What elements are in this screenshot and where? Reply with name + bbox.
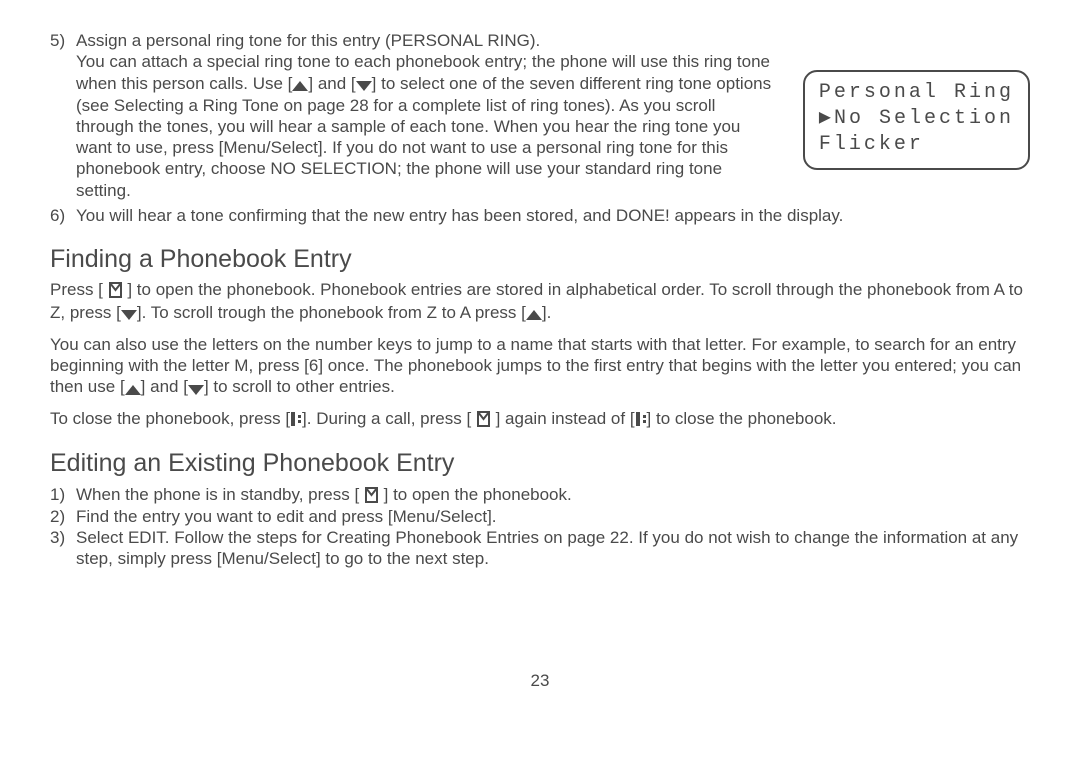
lcd-cursor-icon: ▶ bbox=[819, 107, 834, 130]
down-arrow-icon bbox=[356, 73, 372, 94]
finding-p2b: ] and [ bbox=[141, 377, 188, 396]
lcd-line2: ▶No Selection bbox=[819, 106, 1014, 132]
page-number: 23 bbox=[50, 670, 1030, 691]
step6: 6) You will hear a tone confirming that … bbox=[50, 205, 1030, 226]
step6-text: You will hear a tone confirming that the… bbox=[76, 205, 1030, 226]
step5-title: Assign a personal ring tone for this ent… bbox=[76, 30, 773, 51]
up-arrow-icon bbox=[526, 302, 542, 323]
editing-s2-text: Find the entry you want to edit and pres… bbox=[76, 506, 1030, 527]
finding-p2c: ] to scroll to other entries. bbox=[204, 377, 395, 396]
editing-heading: Editing an Existing Phonebook Entry bbox=[50, 448, 1030, 479]
lcd-line1: Personal Ring bbox=[819, 80, 1014, 106]
up-arrow-icon bbox=[125, 377, 141, 398]
phonebook-icon bbox=[364, 485, 379, 506]
step5-row: 5) Assign a personal ring tone for this … bbox=[50, 30, 1030, 201]
finding-p2: You can also use the letters on the numb… bbox=[50, 334, 1030, 399]
finding-p1a: Press [ bbox=[50, 280, 108, 299]
editing-s3-text: Select EDIT. Follow the steps for Creati… bbox=[76, 527, 1030, 570]
step6-number: 6) bbox=[50, 205, 76, 226]
up-arrow-icon bbox=[292, 73, 308, 94]
step5: 5) Assign a personal ring tone for this … bbox=[50, 30, 773, 201]
finding-p1c: ]. To scroll trough the phonebook from Z… bbox=[137, 303, 526, 322]
finding-p3d: ] to close the phonebook. bbox=[647, 409, 837, 428]
finding-p1d: ]. bbox=[542, 303, 551, 322]
phonebook-icon bbox=[476, 409, 491, 430]
phonebook-icon bbox=[108, 280, 123, 301]
lcd-display: Personal Ring ▶No Selection Flicker bbox=[803, 70, 1030, 170]
editing-step2: 2) Find the entry you want to edit and p… bbox=[50, 506, 1030, 527]
lcd-line3: Flicker bbox=[819, 132, 1014, 158]
down-arrow-icon bbox=[188, 377, 204, 398]
end-call-icon bbox=[290, 409, 302, 430]
finding-p3: To close the phonebook, press [ ]. During… bbox=[50, 408, 1030, 430]
editing-s1-num: 1) bbox=[50, 484, 76, 506]
finding-p3b: ]. During a call, press [ bbox=[302, 409, 476, 428]
editing-step1: 1) When the phone is in standby, press [… bbox=[50, 484, 1030, 506]
manual-page: 5) Assign a personal ring tone for this … bbox=[0, 0, 1080, 691]
down-arrow-icon bbox=[121, 302, 137, 323]
editing-s1a: When the phone is in standby, press [ bbox=[76, 485, 364, 504]
editing-s1b: ] to open the phonebook. bbox=[379, 485, 572, 504]
editing-step3: 3) Select EDIT. Follow the steps for Cre… bbox=[50, 527, 1030, 570]
editing-s1-body: When the phone is in standby, press [ ] … bbox=[76, 484, 1030, 506]
lcd-line2-text: No Selection bbox=[834, 107, 1014, 130]
editing-s3-num: 3) bbox=[50, 527, 76, 570]
finding-p3c: ] again instead of [ bbox=[491, 409, 635, 428]
step5-body: You can attach a special ring tone to ea… bbox=[76, 51, 773, 201]
finding-p3a: To close the phonebook, press [ bbox=[50, 409, 290, 428]
step5-text-b: ] and [ bbox=[308, 74, 355, 93]
finding-heading: Finding a Phonebook Entry bbox=[50, 244, 1030, 275]
end-call-icon bbox=[635, 409, 647, 430]
editing-s2-num: 2) bbox=[50, 506, 76, 527]
finding-p1: Press [ ] to open the phonebook. Phonebo… bbox=[50, 279, 1030, 323]
step5-number: 5) bbox=[50, 30, 76, 201]
